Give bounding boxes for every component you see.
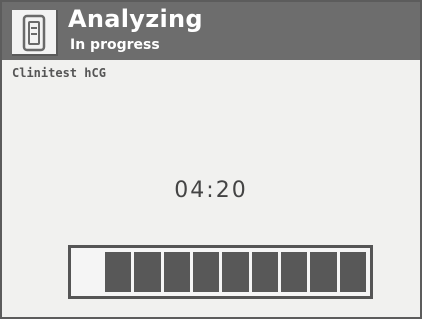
progress-segment [251, 252, 278, 292]
progress-segment [134, 252, 161, 292]
progress-bar [68, 245, 373, 299]
page-title: Analyzing [68, 5, 203, 33]
progress-segment [222, 252, 249, 292]
progress-segment [163, 252, 190, 292]
progress-segments [105, 252, 366, 292]
status-subtitle: In progress [70, 37, 160, 53]
progress-segment [280, 252, 308, 292]
progress-segment [310, 252, 337, 292]
progress-segment [339, 252, 366, 292]
progress-segment [192, 252, 220, 292]
test-name-label: Clinitest hCG [12, 66, 106, 80]
progress-segment [105, 252, 132, 292]
status-header: Analyzing In progress [2, 2, 420, 60]
device-screen: Analyzing In progress Clinitest hCG 04:2… [0, 0, 422, 319]
test-cassette-icon [12, 10, 58, 56]
countdown-timer: 04:20 [174, 178, 248, 203]
